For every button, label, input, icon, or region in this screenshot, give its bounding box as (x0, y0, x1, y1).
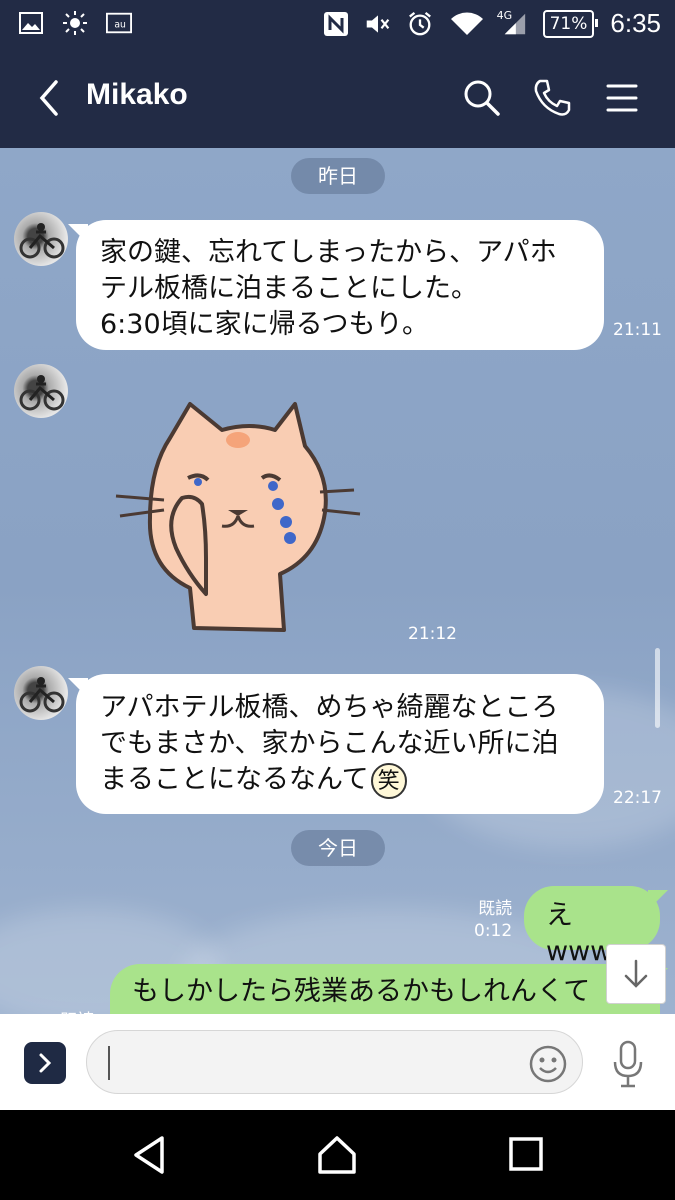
emoji-icon (529, 1045, 567, 1083)
arrow-down-icon (624, 959, 648, 988)
scroll-to-bottom-button[interactable] (606, 944, 666, 1004)
chevron-left-icon (39, 80, 58, 116)
message-line: 家の鍵、忘れてしまったから、アパホ (100, 237, 557, 268)
alarm-icon (407, 11, 433, 37)
message-line: まることになるなんて笑 (100, 762, 580, 799)
clock: 6:35 (610, 8, 661, 38)
battery-indicator: 71% (542, 9, 599, 38)
sticker[interactable] (110, 398, 370, 638)
date-divider: 今日 (291, 830, 385, 866)
brightness-icon (62, 10, 88, 36)
message-line: テル板橋に泊まることにした。 (100, 273, 478, 304)
message-input[interactable] (86, 1030, 583, 1094)
chat-title: Mikako (86, 78, 188, 111)
read-receipt: 既読 0:12 (474, 899, 513, 941)
message-line: 6:30頃に家に帰るつもり。 (100, 309, 430, 340)
svg-text:au: au (114, 20, 126, 31)
call-button[interactable] (530, 76, 574, 120)
nav-home-button[interactable] (314, 1132, 360, 1178)
message-bubble-sent[interactable]: もしかしたら残業あるかもしれんくて (110, 964, 668, 1014)
nav-recents-button[interactable] (504, 1132, 550, 1178)
menu-button[interactable] (600, 76, 644, 120)
message-bubble[interactable]: アパホテル板橋、めちゃ綺麗なところ でもまさか、家からこんな近い所に泊 まること… (68, 674, 604, 814)
mute-icon (365, 11, 391, 37)
voice-button[interactable] (608, 1038, 648, 1090)
message-time: 21:12 (408, 624, 457, 644)
avatar[interactable] (14, 212, 68, 266)
back-triangle-icon (134, 1136, 164, 1174)
chevron-right-icon (39, 1053, 52, 1073)
back-button[interactable] (30, 74, 70, 122)
expand-menu-button[interactable] (24, 1042, 66, 1084)
nfc-icon (323, 11, 349, 37)
wifi-icon (449, 11, 485, 37)
search-button[interactable] (460, 76, 504, 120)
nav-back-button[interactable] (128, 1132, 174, 1178)
message-time: 21:11 (613, 320, 662, 340)
laugh-emoji-icon: 笑 (370, 762, 407, 799)
status-bar: au 4G 71% 6:35 (0, 0, 675, 48)
recents-icon (509, 1137, 543, 1171)
message-input-bar (0, 1014, 675, 1110)
microphone-icon (613, 1040, 643, 1088)
chat-header: Mikako (0, 48, 675, 148)
avatar[interactable] (14, 666, 68, 720)
message-bubble[interactable]: 家の鍵、忘れてしまったから、アパホ テル板橋に泊まることにした。 6:30頃に家… (68, 220, 604, 350)
menu-icon (606, 84, 638, 112)
message-time: 22:17 (613, 788, 662, 808)
chat-area[interactable]: 昨日 家の鍵、忘れてしまったから、アパホ テル板橋に泊まることにした。 6:30… (0, 148, 675, 1014)
message-line: でもまさか、家からこんな近い所に泊 (100, 728, 559, 759)
system-nav-bar (0, 1110, 675, 1200)
message-bubble-sent[interactable]: えwww (524, 886, 668, 967)
text-caret (108, 1046, 110, 1080)
avatar[interactable] (14, 364, 68, 418)
search-icon (464, 80, 500, 116)
date-divider: 昨日 (291, 158, 385, 194)
phone-icon (534, 79, 571, 116)
crying-cat-sticker (115, 402, 361, 632)
scrollbar[interactable] (655, 648, 660, 728)
signal-icon: 4G (497, 9, 527, 37)
emoji-button[interactable] (528, 1044, 568, 1084)
gallery-icon (18, 10, 44, 36)
message-line: アパホテル板橋、めちゃ綺麗なところ (100, 692, 559, 723)
au-icon: au (106, 10, 132, 36)
home-icon (318, 1136, 356, 1174)
